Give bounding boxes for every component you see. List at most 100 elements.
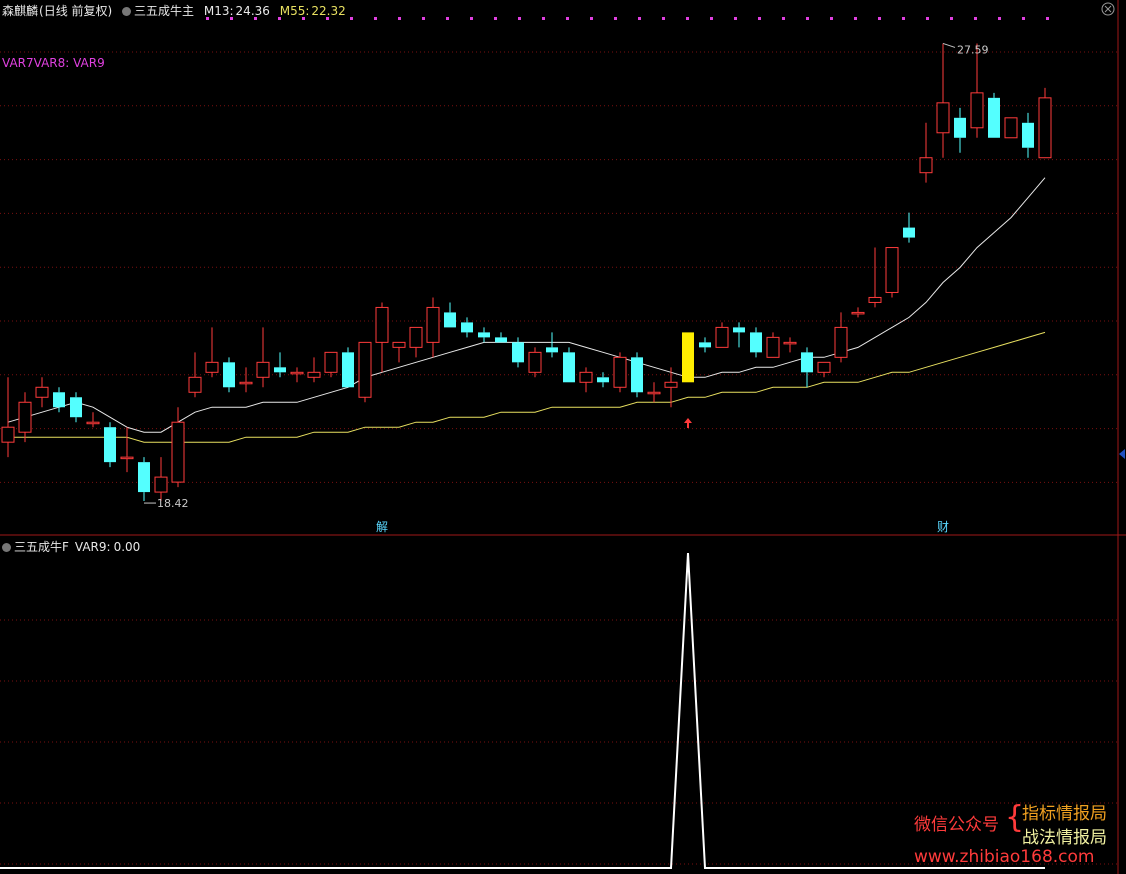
candle-body <box>205 361 219 373</box>
ma13-path <box>7 177 1046 433</box>
candle-body <box>885 247 899 293</box>
candle-body <box>546 347 558 353</box>
dot-mark <box>806 17 809 20</box>
watermark-line1: 指标情报局 <box>1022 804 1107 824</box>
dot-mark <box>590 17 593 20</box>
candle-body <box>188 376 202 393</box>
high-label: 27.59 <box>957 43 989 56</box>
candle-body <box>868 296 882 303</box>
dot-mark <box>1022 17 1025 20</box>
candle-body <box>104 427 116 463</box>
scroll-up-icon[interactable] <box>1119 449 1125 459</box>
watermark-line2: 战法情报局 <box>1022 828 1107 848</box>
dot-mark <box>566 17 569 20</box>
low-label: 18.42 <box>157 497 189 510</box>
candle-body <box>290 371 304 375</box>
ma55-line <box>8 331 1046 443</box>
candle-body <box>597 377 609 383</box>
candle-body <box>256 361 270 378</box>
ma13-value: 24.36 <box>235 4 270 18</box>
price-labels: 27.59 18.42 解 财 <box>144 42 989 534</box>
candle-body <box>1038 97 1052 159</box>
candle-body <box>53 392 65 408</box>
ma13-line <box>7 177 1046 433</box>
dot-mark <box>926 17 929 20</box>
candle-body <box>307 371 321 378</box>
var9-line <box>0 552 1045 869</box>
candle-body <box>988 97 1000 138</box>
signal-candle <box>682 332 694 383</box>
candle-body <box>664 381 678 388</box>
candle-body <box>444 312 456 328</box>
dot-mark <box>542 17 545 20</box>
candle-body <box>733 327 745 333</box>
ma55-label: M55: 22.32 <box>280 4 352 18</box>
candle-body <box>392 341 406 348</box>
dot-mark <box>878 17 881 20</box>
candle-body <box>817 361 831 373</box>
var9-value: 0.00 <box>113 540 141 554</box>
candle-body <box>750 332 762 353</box>
candle-body <box>783 341 797 345</box>
var9-key: VAR9: <box>74 540 111 554</box>
candle-body <box>70 397 82 418</box>
candle-body <box>171 421 185 483</box>
main-indicator-name: 三五成牛主 <box>134 4 195 18</box>
dot-mark <box>734 17 737 20</box>
dot-mark <box>854 17 857 20</box>
candle-body <box>954 117 966 138</box>
candle-body <box>631 357 643 393</box>
candle-body <box>715 326 729 348</box>
dot-mark <box>662 17 665 20</box>
candle-body <box>613 356 627 388</box>
candle-body <box>35 386 49 398</box>
kline-chart[interactable]: 27.59 18.42 解 财 <box>0 0 1126 874</box>
dot-mark <box>830 17 833 20</box>
candle-body <box>154 476 168 493</box>
candle-body <box>120 456 134 460</box>
candle-body <box>478 332 490 338</box>
dot-mark <box>494 17 497 20</box>
watermark-url: www.zhibiao168.com <box>914 847 1095 867</box>
dot-mark <box>1046 17 1049 20</box>
dot-mark <box>950 17 953 20</box>
dot-mark <box>470 17 473 20</box>
watermark-wechat: 微信公众号 <box>914 815 999 835</box>
scroll-icons[interactable] <box>1101 2 1125 459</box>
stock-name: 森麒麟 <box>2 4 39 18</box>
var9-path <box>0 552 1045 869</box>
candle-body <box>138 462 150 493</box>
candle-body <box>851 311 865 315</box>
candle-body <box>239 381 253 385</box>
dot-mark <box>758 17 761 20</box>
candle-body <box>563 352 575 383</box>
main-header: 森麒麟(日线 前复权) 三五成牛主 M13: 24.36 M55: 22.32 <box>2 2 358 19</box>
sub-indicator-name: 三五成牛F <box>14 540 69 554</box>
candle-body <box>358 341 372 398</box>
candle-body <box>1 426 15 443</box>
candle-body <box>342 352 354 388</box>
dot-mark <box>422 17 425 20</box>
dot-mark <box>638 17 641 20</box>
sub-indicator-toggle-icon[interactable] <box>2 543 11 552</box>
dot-mark <box>446 17 449 20</box>
candle-body <box>274 367 286 373</box>
dot-mark <box>974 17 977 20</box>
candle-body <box>801 352 813 373</box>
candle-body <box>1004 117 1018 139</box>
candle-body <box>86 421 100 425</box>
candle-body <box>512 342 524 363</box>
candle-body <box>426 306 440 343</box>
candle-body <box>495 337 507 343</box>
var9-label: VAR9: 0.00 <box>75 540 146 554</box>
indicator-toggle-icon[interactable] <box>122 7 132 16</box>
candle-body <box>919 157 933 174</box>
event-marker: 财 <box>937 520 949 534</box>
sub-header: 三五成牛F VAR9: 0.00 <box>2 538 152 555</box>
candle-body <box>223 362 235 388</box>
dot-mark <box>518 17 521 20</box>
candle-body <box>766 336 780 358</box>
dot-mark <box>398 17 401 20</box>
candle-body <box>903 227 915 238</box>
candle-body <box>1022 122 1034 148</box>
